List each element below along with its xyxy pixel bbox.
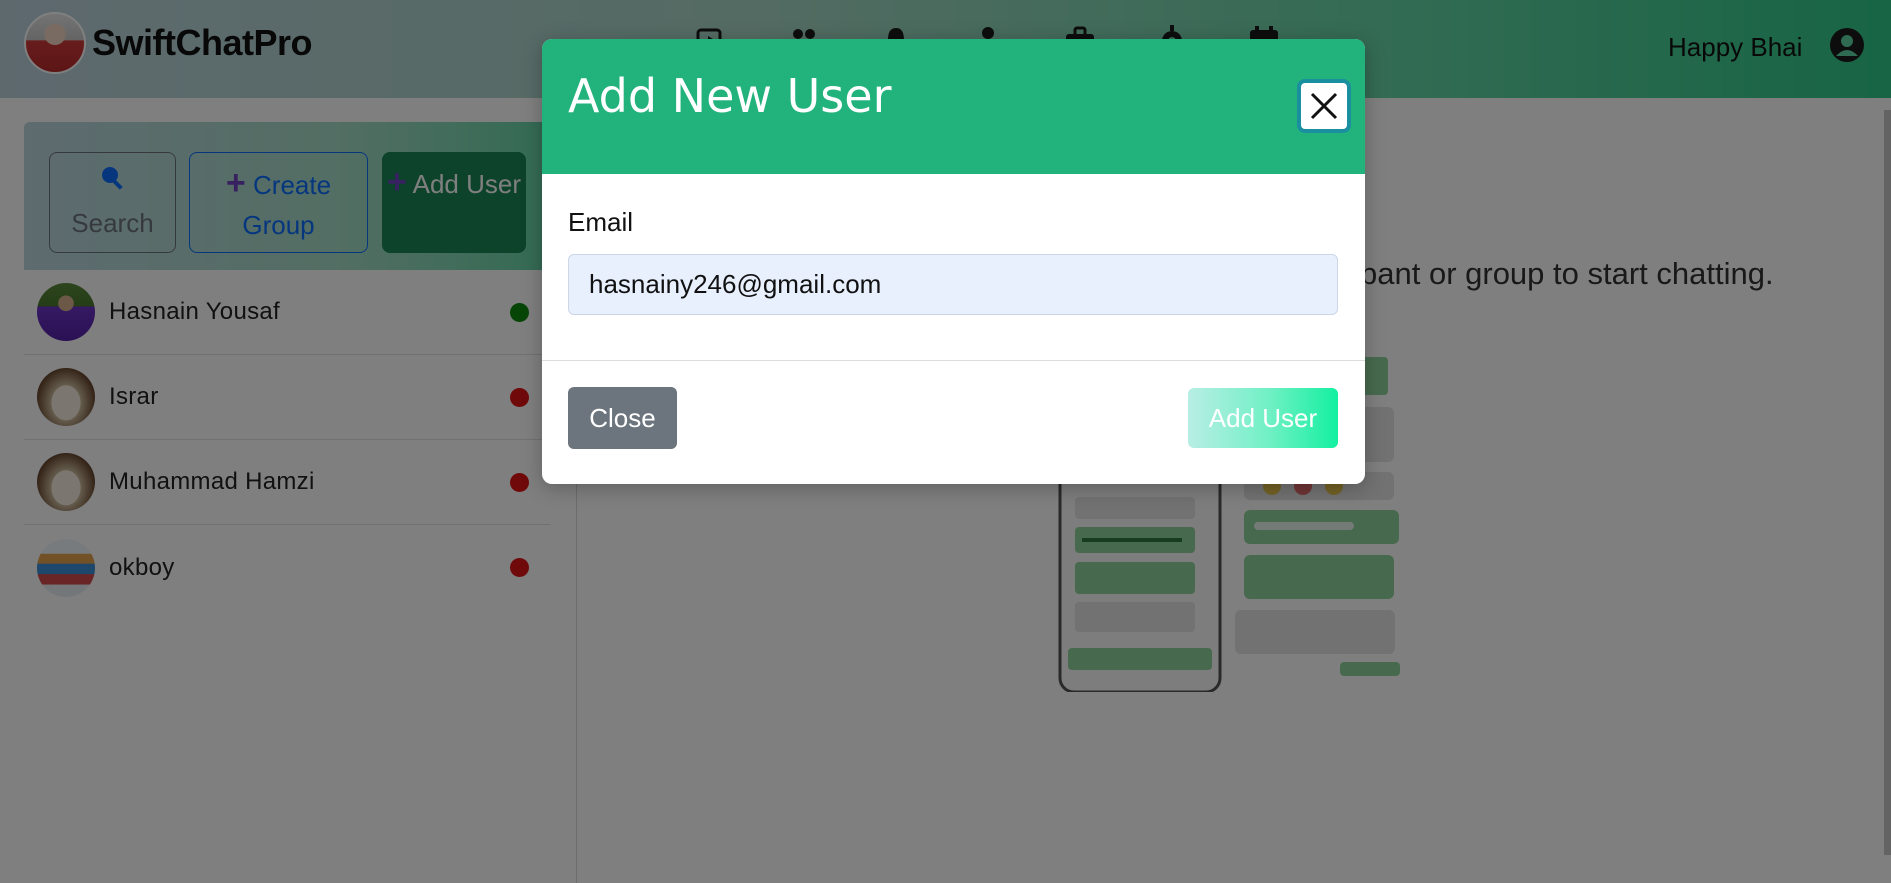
email-field[interactable] (568, 254, 1338, 315)
modal-body: Email (542, 174, 1365, 361)
modal-footer: Close Add User (542, 361, 1365, 484)
modal-title: Add New User (568, 69, 892, 123)
modal-header: Add New User (542, 39, 1365, 174)
close-icon (1310, 92, 1338, 120)
close-button[interactable]: Close (568, 387, 677, 449)
email-label: Email (568, 207, 634, 237)
modal-close-button[interactable] (1297, 79, 1351, 133)
add-user-modal: Add New User Email Close Add User (542, 39, 1365, 484)
add-user-submit-button[interactable]: Add User (1188, 388, 1338, 448)
